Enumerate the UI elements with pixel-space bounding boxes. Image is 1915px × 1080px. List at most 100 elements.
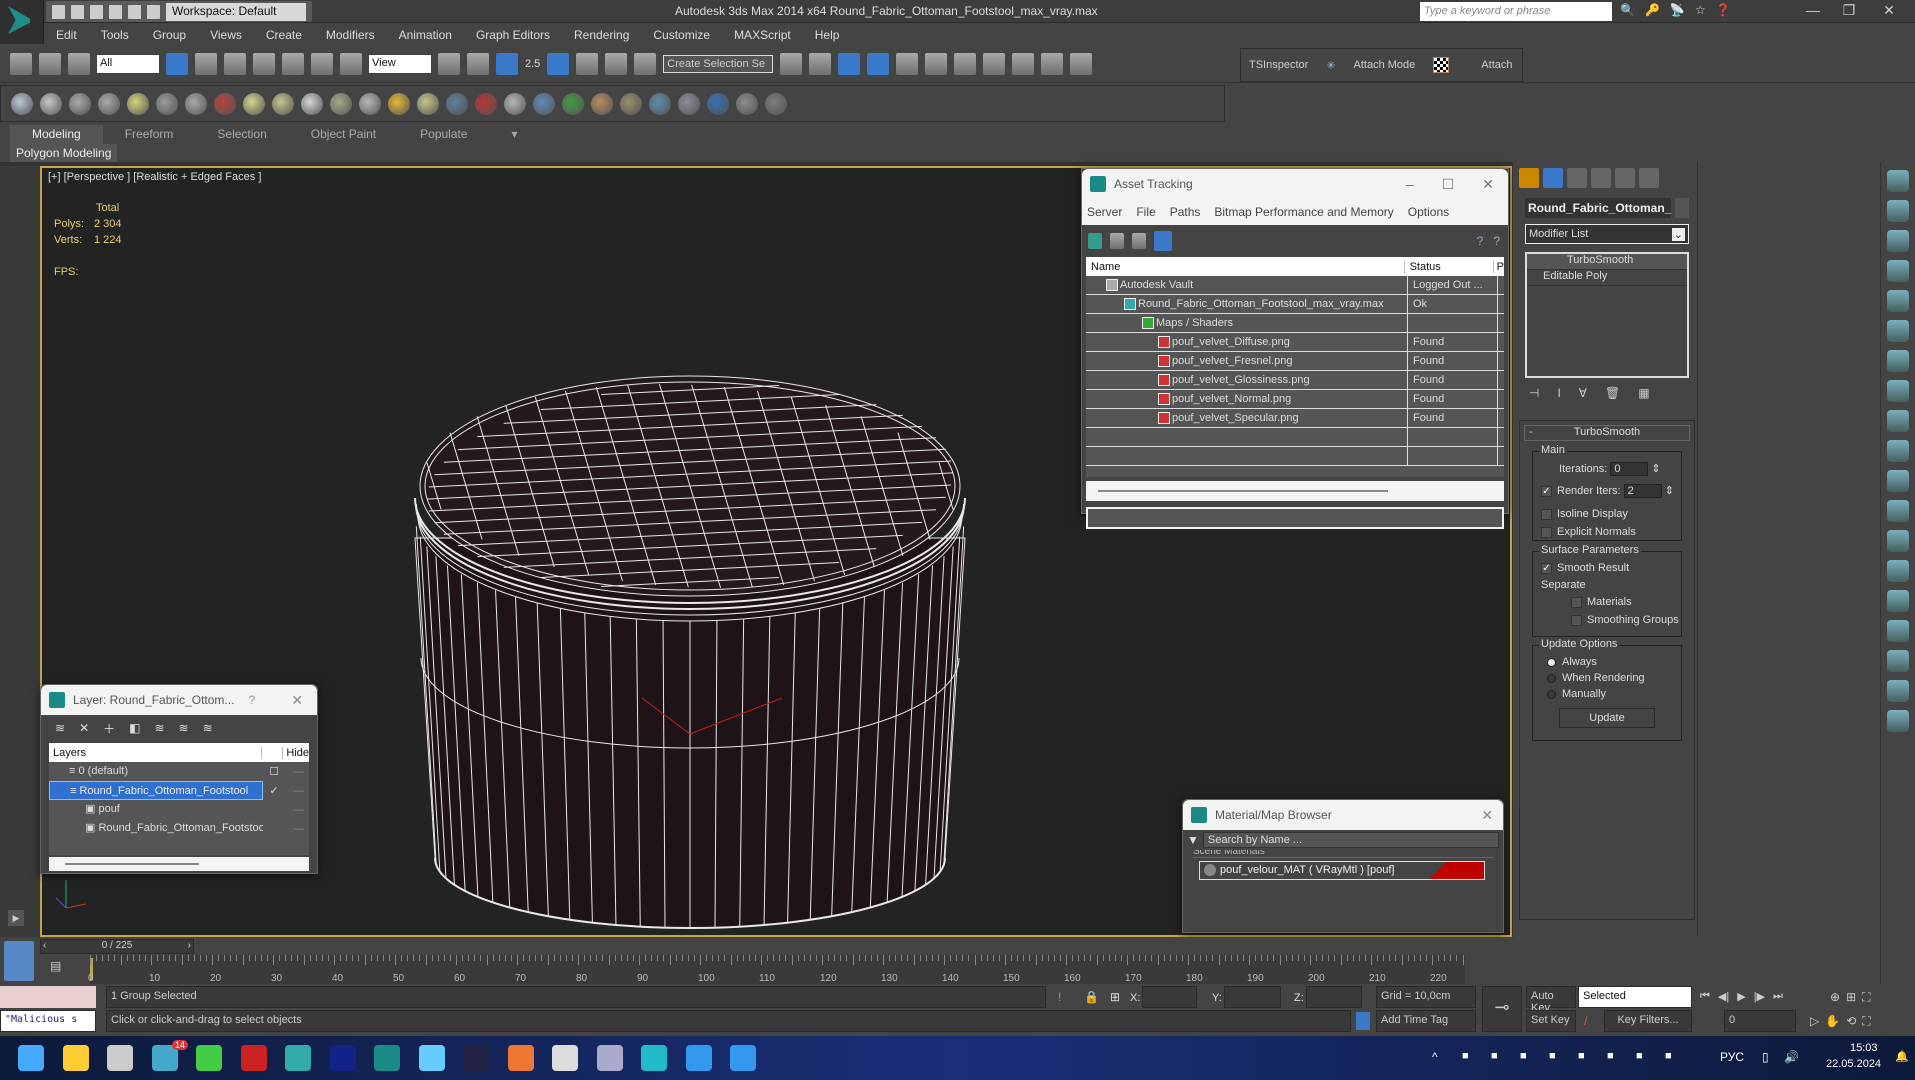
stack-item-turbosmooth[interactable]: TurboSmooth [1527, 254, 1687, 270]
tree-2-icon[interactable] [1887, 380, 1909, 402]
listener-top[interactable] [0, 986, 96, 1008]
maximize-viewport-icon[interactable]: ⛶ [1862, 1014, 1870, 1029]
object-color-swatch[interactable] [1675, 198, 1689, 218]
set-key-icon[interactable]: ⊸ [1482, 986, 1522, 1032]
help-icon[interactable]: ❓ [1716, 3, 1731, 17]
bulb-2-icon[interactable] [1887, 500, 1909, 522]
menu-rendering[interactable]: Rendering [562, 28, 641, 42]
select-by-name-icon[interactable] [195, 53, 217, 75]
previous-frame-icon[interactable]: ◀| [1718, 990, 1729, 1003]
render-iters-checkbox[interactable]: ✓ [1541, 485, 1552, 497]
track-bar[interactable]: 0 10 20 30 40 50 60 70 80 90 100 110 120 130 140 150 160… [88, 955, 1465, 984]
asset-row[interactable]: Maps / Shaders [1086, 313, 1504, 333]
sphere-camera-icon[interactable] [185, 92, 207, 115]
taskbar-photoshop-icon[interactable] [329, 1045, 356, 1071]
hide-toggle[interactable]: — [285, 804, 304, 816]
list-2-icon[interactable] [98, 92, 120, 115]
undo-icon[interactable] [109, 4, 122, 19]
keyboard-shortcut-override-icon[interactable] [496, 53, 518, 75]
tray-overflow-icon[interactable]: ^ [1432, 1050, 1438, 1064]
light-lister-icon[interactable] [127, 92, 149, 115]
column-hide[interactable]: Hide [283, 747, 309, 759]
hair-fur-icon[interactable] [591, 92, 613, 115]
checker-icon[interactable] [1433, 57, 1450, 73]
sun-icon[interactable] [1887, 260, 1909, 282]
always-radio[interactable] [1547, 657, 1556, 667]
rectangular-selection-icon[interactable] [224, 53, 246, 75]
mesh-icon[interactable] [446, 92, 468, 115]
taskbar-file-explorer-icon[interactable] [62, 1045, 89, 1071]
pattern-icon[interactable] [620, 92, 642, 115]
grass-icon[interactable] [562, 92, 584, 115]
table-view-icon[interactable] [1154, 231, 1172, 251]
trees-icon[interactable] [1887, 650, 1909, 672]
viewport-layout-icon[interactable] [1887, 590, 1909, 612]
play-icon[interactable]: ▶ [8, 910, 24, 926]
taskbar-app-g-icon[interactable] [507, 1045, 534, 1071]
taskbar-3dsmax-icon[interactable] [374, 1045, 400, 1071]
materials-checkbox[interactable] [1571, 596, 1582, 608]
molecule-icon[interactable] [475, 92, 497, 115]
ref-coord-dropdown[interactable]: View [369, 55, 431, 73]
rotate-view-icon[interactable] [1887, 320, 1909, 342]
go-to-start-icon[interactable]: ⏮ [1700, 990, 1710, 1003]
close-button[interactable]: ✕ [1874, 2, 1904, 20]
iterations-spinner[interactable]: 0 [1610, 462, 1649, 477]
z-coordinate-field[interactable] [1306, 986, 1362, 1008]
material-browser-titlebar[interactable]: Material/Map Browser ✕ [1183, 800, 1503, 830]
ribbon-options-icon[interactable]: ▾ [490, 125, 540, 144]
context-help-icon[interactable]: ? [1493, 234, 1500, 248]
column-path[interactable]: P [1494, 261, 1504, 273]
basket-icon[interactable] [330, 92, 352, 115]
column-layers[interactable]: Layers [49, 746, 262, 759]
window-crossing-icon[interactable] [253, 53, 275, 75]
modifier-list-dropdown[interactable]: Modifier List ⌄ [1525, 224, 1689, 244]
light-bulb-icon[interactable] [1887, 230, 1909, 252]
tsinspector-button[interactable]: TSInspector [1249, 59, 1308, 71]
close-icon[interactable]: ✕ [263, 692, 317, 709]
select-and-rotate-icon[interactable] [311, 53, 333, 75]
project-folder-icon[interactable] [147, 4, 160, 19]
asset-row[interactable]: pouf_velvet_Glossiness.png Found [1086, 370, 1504, 390]
asset-menu-bitmap-performance-and-memory[interactable]: Bitmap Performance and Memory [1214, 205, 1393, 219]
snap-toggle[interactable]: 2.5 [525, 58, 540, 70]
taskbar-save-app-icon[interactable] [596, 1045, 623, 1071]
tray-monitor-icon[interactable]: ■ [1578, 1050, 1585, 1062]
fov-icon[interactable]: ▷ [1810, 1014, 1819, 1029]
sphere-icon[interactable] [649, 92, 671, 115]
asset-row[interactable]: Round_Fabric_Ottoman_Footstool_max_vray.… [1086, 294, 1504, 314]
render-icon[interactable] [1041, 53, 1064, 75]
save-icon[interactable] [90, 4, 103, 19]
list-icon[interactable] [69, 92, 91, 115]
asset-path-field[interactable] [1086, 507, 1504, 529]
polygon-modeling-panel[interactable]: Polygon Modeling [10, 144, 118, 162]
menu-graph-editors[interactable]: Graph Editors [464, 28, 562, 42]
asset-menu-paths[interactable]: Paths [1170, 205, 1201, 219]
asset-row[interactable]: pouf_velvet_Diffuse.png Found [1086, 332, 1504, 352]
teapot-icon[interactable] [11, 92, 33, 115]
key-mode-dropdown[interactable]: Selected [1578, 986, 1692, 1008]
hide-toggle[interactable]: — [285, 785, 304, 797]
tray-telegram-icon[interactable]: ■ [1462, 1050, 1469, 1062]
taskbar-search-app-icon[interactable] [552, 1045, 578, 1071]
key-filters-button[interactable]: Key Filters... [1604, 1010, 1692, 1032]
asset-menu-options[interactable]: Options [1408, 205, 1449, 219]
help-icon[interactable]: ? [1477, 234, 1484, 248]
set-key-button[interactable]: Set Key [1526, 1010, 1576, 1032]
attach-button[interactable]: Attach [1481, 59, 1512, 71]
select-object-icon[interactable] [166, 53, 188, 75]
layer-settings-icon[interactable]: ≋ [203, 721, 213, 735]
batch-render-icon[interactable] [736, 92, 758, 115]
next-frame-icon[interactable]: |▶ [1754, 990, 1765, 1003]
trees-2-icon[interactable] [1887, 680, 1909, 702]
time-slider[interactable]: ‹ 0 / 225 › [40, 939, 194, 954]
highlight-layer-icon[interactable]: ≋ [154, 721, 164, 735]
isolate-icon[interactable]: ! [1058, 990, 1061, 1004]
books-icon[interactable] [1887, 350, 1909, 372]
x-coordinate-field[interactable] [1142, 986, 1197, 1008]
play-icon[interactable]: ▶ [1737, 990, 1745, 1003]
when-rendering-radio[interactable] [1547, 673, 1556, 683]
auto-key-button[interactable]: Auto Key [1526, 986, 1576, 1014]
thumbnail-view-icon[interactable] [1132, 233, 1146, 249]
taskbar-notepad-icon[interactable] [418, 1045, 445, 1071]
